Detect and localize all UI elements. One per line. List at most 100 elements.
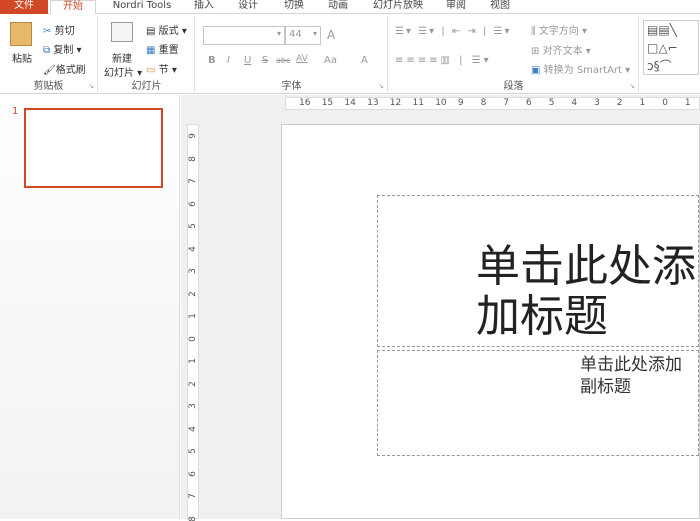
font-name-select[interactable]: ▾ xyxy=(203,26,285,45)
title-text: 单击此处添加标题 xyxy=(476,242,698,342)
ruler-tick-label: 5 xyxy=(188,448,198,454)
ruler-tick-label: 7 xyxy=(503,98,509,108)
ruler-tick-label: 5 xyxy=(188,223,198,229)
ruler-tick-label: 9 xyxy=(458,98,464,108)
section-label: 节 xyxy=(159,65,169,76)
ruler-tick-label: 9 xyxy=(188,133,198,139)
align-buttons[interactable]: ≡≡≡≡▥ | ☰▾ xyxy=(395,55,492,66)
dialog-launcher-icon[interactable]: ↘ xyxy=(88,82,94,90)
new-slide-button[interactable]: 新建 xyxy=(112,50,132,65)
ruler-tick-label: 4 xyxy=(188,426,198,432)
tab-view[interactable]: 视图 xyxy=(482,0,518,14)
slide-thumbnail[interactable] xyxy=(24,108,163,188)
slide-number: 1 xyxy=(12,106,18,117)
font-size-select[interactable]: 44▾ xyxy=(285,26,321,45)
ruler-tick-label: 2 xyxy=(188,291,198,297)
ruler-tick-label: 11 xyxy=(413,98,424,108)
cut-button[interactable]: ✂ 剪切 xyxy=(43,22,75,37)
ruler-tick-label: 14 xyxy=(344,98,355,108)
ribbon-tabs: 文件 开始 Nordri Tools 插入 设计 切换 动画 幻灯片放映 审阅 … xyxy=(0,0,700,14)
tab-nordri-tools[interactable]: Nordri Tools xyxy=(104,0,180,14)
italic-button[interactable]: I xyxy=(227,55,230,66)
reset-icon: ▦ xyxy=(146,45,155,56)
font-dialog-launcher-icon[interactable]: ↘ xyxy=(378,82,384,90)
align-text-button[interactable]: ⊞ 对齐文本 ▾ xyxy=(531,42,591,57)
ruler-tick-label: 13 xyxy=(367,98,378,108)
ruler-tick-label: 3 xyxy=(188,268,198,274)
ruler-tick-label: 2 xyxy=(617,98,623,108)
paragraph-group: ☰▾ ☰▾ | ⇤ ⇥ | ☰▾ ≡≡≡≡▥ | ☰▾ ⫼ 文字方向 ▾ ⊞ 对… xyxy=(389,16,639,92)
ruler-tick-label: 1 xyxy=(188,313,198,319)
brush-icon: 🖌 xyxy=(43,65,56,76)
copy-button[interactable]: ⧉ 复制 ▾ xyxy=(43,41,82,56)
ruler-tick-label: 4 xyxy=(571,98,577,108)
ruler-tick-label: 1 xyxy=(640,98,646,108)
ruler-tick-label: 3 xyxy=(594,98,600,108)
paste-button[interactable]: 粘贴 xyxy=(12,50,32,65)
font-group: ▾ 44▾ A B I U S abc AV Aa A 字体 ↘ xyxy=(196,16,388,92)
tab-transitions[interactable]: 切换 xyxy=(276,0,312,14)
ruler-tick-label: 4 xyxy=(188,246,198,252)
ruler-tick-label: 2 xyxy=(188,381,198,387)
horizontal-ruler: 1615141312111098765432101 xyxy=(285,97,700,110)
list-buttons[interactable]: ☰▾ ☰▾ | ⇤ ⇥ | ☰▾ xyxy=(395,26,512,37)
slides-label: 幻灯片 xyxy=(99,77,194,92)
tab-design[interactable]: 设计 xyxy=(230,0,266,14)
smartart-label: 转换为 SmartArt xyxy=(544,65,622,76)
change-case-button[interactable]: Aa xyxy=(324,55,337,66)
layout-label: 版式 xyxy=(159,26,179,37)
ribbon: 粘贴 ✂ 剪切 ⧉ 复制 ▾ 🖌格式刷 剪贴板 ↘ 新建 幻灯片 ▾ ▤ 版式 … xyxy=(0,14,700,94)
tab-insert[interactable]: 插入 xyxy=(186,0,222,14)
tab-slideshow[interactable]: 幻灯片放映 xyxy=(366,0,430,14)
strikethrough-button[interactable]: abc xyxy=(276,56,290,65)
subtitle-text: 单击此处添加副标题 xyxy=(580,354,698,398)
smartart-icon: ▣ xyxy=(531,65,540,76)
title-placeholder[interactable]: 单击此处添加标题 xyxy=(377,195,699,347)
tab-home[interactable]: 开始 xyxy=(50,0,96,15)
ruler-tick-label: 7 xyxy=(188,178,198,184)
vertical-ruler: 987654321012345678 xyxy=(187,124,199,519)
tab-file[interactable]: 文件 xyxy=(0,0,48,14)
align-text-label: 对齐文本 xyxy=(543,46,583,57)
paragraph-label: 段落 xyxy=(389,77,638,92)
ruler-tick-label: 10 xyxy=(435,98,446,108)
ruler-tick-label: 8 xyxy=(481,98,487,108)
ruler-tick-label: 6 xyxy=(188,201,198,207)
paragraph-dialog-launcher-icon[interactable]: ↘ xyxy=(629,82,635,90)
font-color-button[interactable]: A xyxy=(361,55,368,66)
clipboard-group: 粘贴 ✂ 剪切 ⧉ 复制 ▾ 🖌格式刷 剪贴板 ↘ xyxy=(0,16,98,92)
subtitle-placeholder[interactable]: 单击此处添加副标题 xyxy=(377,350,699,456)
font-size-value: 44 xyxy=(289,29,302,40)
bold-button[interactable]: B xyxy=(208,55,216,66)
format-painter-button[interactable]: 🖌格式刷 xyxy=(43,61,86,76)
cut-label: 剪切 xyxy=(55,26,75,37)
ruler-tick-label: 12 xyxy=(390,98,401,108)
shadow-button[interactable]: S xyxy=(262,55,268,66)
ruler-tick-label: 8 xyxy=(188,516,198,521)
underline-button[interactable]: U xyxy=(244,55,251,66)
ruler-tick-label: 1 xyxy=(685,98,691,108)
shapes-gallery[interactable]: ▤▤╲□△⌐ↄ§⌒ xyxy=(643,20,699,75)
ruler-tick-label: 1 xyxy=(188,358,198,364)
smartart-button[interactable]: ▣ 转换为 SmartArt ▾ xyxy=(531,61,630,76)
ruler-tick-label: 8 xyxy=(188,156,198,162)
section-icon: ▭ xyxy=(146,65,155,76)
text-direction-button[interactable]: ⫼ 文字方向 ▾ xyxy=(531,22,587,37)
reset-button[interactable]: ▦ 重置 xyxy=(146,41,179,56)
editing-area: 1615141312111098765432101 98765432101234… xyxy=(181,95,700,519)
section-button[interactable]: ▭ 节 ▾ xyxy=(146,61,177,76)
layout-button[interactable]: ▤ 版式 ▾ xyxy=(146,22,187,37)
tab-animations[interactable]: 动画 xyxy=(320,0,356,14)
grow-font-button[interactable]: A xyxy=(327,28,335,42)
clipboard-label: 剪贴板 xyxy=(0,77,97,92)
tab-review[interactable]: 审阅 xyxy=(438,0,474,14)
new-slide-icon xyxy=(111,22,133,42)
ruler-tick-label: 5 xyxy=(549,98,555,108)
slides-group: 新建 幻灯片 ▾ ▤ 版式 ▾ ▦ 重置 ▭ 节 ▾ 幻灯片 xyxy=(99,16,195,92)
text-direction-icon: ⫼ xyxy=(531,26,536,37)
ruler-tick-label: 3 xyxy=(188,403,198,409)
painter-label: 格式刷 xyxy=(56,65,86,76)
ruler-tick-label: 15 xyxy=(322,98,333,108)
char-spacing-button[interactable]: AV xyxy=(296,54,308,64)
ruler-tick-label: 0 xyxy=(188,336,198,342)
